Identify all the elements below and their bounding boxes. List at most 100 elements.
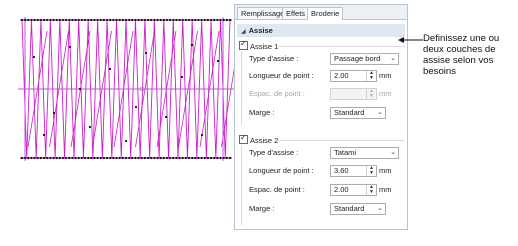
- underlay-2-checkbox[interactable]: [239, 133, 248, 144]
- needle-point: [49, 18, 52, 22]
- needle-point: [74, 18, 77, 22]
- spin-down-icon[interactable]: ▼: [367, 190, 376, 195]
- group-divider: [279, 46, 405, 47]
- callout-text: Definissez une ou deux couches de assise…: [423, 33, 500, 77]
- needle-point: [225, 18, 228, 22]
- chevron-down-icon[interactable]: ⌄: [388, 148, 398, 158]
- underlay-1-margin-value: Standard: [334, 108, 365, 117]
- tab-strip: Remplissage Effets Broderie: [235, 5, 407, 20]
- underlay-2-spacing-value: 2.00: [334, 185, 349, 194]
- needle-point: [216, 156, 219, 160]
- needle-point: [222, 18, 225, 22]
- needle-point: [197, 18, 200, 22]
- needle-point: [219, 156, 222, 160]
- needle-point: [210, 18, 213, 22]
- needle-point: [156, 156, 159, 160]
- spin-down-icon[interactable]: ▼: [367, 76, 376, 81]
- needle-point: [140, 18, 143, 22]
- chevron-down-icon[interactable]: ⌄: [375, 108, 385, 118]
- underlay-1-margin-select[interactable]: Standard ⌄: [330, 107, 386, 119]
- needle-point: [169, 156, 172, 160]
- needle-point: [39, 156, 42, 160]
- triangle-down-icon[interactable]: ◢: [241, 29, 246, 35]
- needle-points-bottom: [20, 156, 232, 160]
- underlay-2-margin-select[interactable]: Standard ⌄: [330, 203, 386, 215]
- needle-point: [147, 18, 150, 22]
- needle-point: [33, 156, 36, 160]
- underlay-2-type-select[interactable]: Tatami ⌄: [330, 147, 399, 159]
- underlay-1-type-select[interactable]: Passage bord ⌄: [330, 53, 399, 65]
- underlay-1-type-label: Type d'assise :: [249, 54, 299, 63]
- needle-point: [52, 111, 56, 115]
- section-header-assise[interactable]: ◢ Assise: [237, 24, 405, 37]
- needle-point: [213, 156, 216, 160]
- needle-point: [55, 18, 58, 22]
- needle-point: [109, 18, 112, 22]
- needle-point: [102, 156, 105, 160]
- needle-point: [118, 156, 121, 160]
- needle-point: [134, 105, 138, 109]
- needle-point: [194, 18, 197, 22]
- needle-point: [131, 18, 134, 22]
- tab-effets[interactable]: Effets: [282, 7, 310, 19]
- needle-point: [27, 156, 30, 160]
- underlay-2-spacing-unit: mm: [379, 185, 392, 194]
- underlay-2-spacing-spinner[interactable]: 2.00 ▲ ▼: [330, 184, 377, 196]
- underlay-1-length-label: Longueur de point :: [249, 71, 314, 80]
- needle-point: [203, 18, 206, 22]
- spin-down-icon[interactable]: ▼: [367, 171, 376, 176]
- tab-remplissage[interactable]: Remplissage: [237, 7, 289, 19]
- underlay-2-length-unit: mm: [379, 166, 392, 175]
- needle-point: [150, 156, 153, 160]
- needle-point: [88, 125, 92, 129]
- needle-point: [27, 18, 30, 22]
- underlay-2-margin-value: Standard: [334, 204, 365, 213]
- needle-point: [203, 156, 206, 160]
- underlay-1-checkbox[interactable]: [239, 39, 248, 50]
- underlay-2-length-label: Longueur de point :: [249, 166, 314, 175]
- underlay-1-checkbox-row[interactable]: Assise 1: [239, 39, 278, 51]
- needle-point: [194, 156, 197, 160]
- needle-point: [90, 18, 93, 22]
- needle-point: [143, 18, 146, 22]
- underlay-1-type-row: Type d'assise : Passage bord ⌄: [239, 52, 405, 66]
- needle-point: [219, 18, 222, 22]
- underlay-2-length-spinner[interactable]: 3.60 ▲ ▼: [330, 165, 377, 177]
- needle-point: [80, 156, 83, 160]
- needle-point: [175, 18, 178, 22]
- needle-point: [172, 156, 175, 160]
- underlay-1-length-row: Longueur de point : 2.00 ▲ ▼ mm: [239, 69, 405, 83]
- spin-down-icon: ▼: [369, 93, 374, 99]
- underlay-1-spacing-row: Espac. de point : ▲ ▼ mm: [239, 87, 405, 101]
- underlay-1-group: Assise 1 Type d'assise : Passage bord ⌄ …: [239, 39, 405, 125]
- chevron-down-icon[interactable]: ⌄: [388, 54, 398, 64]
- needle-point: [118, 18, 121, 22]
- needle-point: [191, 156, 194, 160]
- needle-point: [20, 156, 24, 160]
- underlay-2-length-value: 3.60: [334, 166, 349, 175]
- embroidery-preview[interactable]: [18, 17, 234, 161]
- underlay-2-checkbox-row[interactable]: Assise 2: [239, 133, 278, 145]
- needle-point: [78, 87, 82, 91]
- needle-point: [124, 18, 128, 22]
- needle-point: [77, 18, 80, 22]
- needle-point: [30, 18, 33, 22]
- needle-point: [153, 156, 156, 160]
- needle-point: [65, 18, 68, 22]
- underlay-1-length-value: 2.00: [334, 71, 349, 80]
- underlay-1-margin-label: Marge :: [249, 108, 275, 117]
- chevron-down-icon[interactable]: ⌄: [375, 204, 385, 214]
- needle-point: [159, 156, 162, 160]
- needle-point: [190, 43, 194, 47]
- needle-point: [225, 156, 228, 160]
- needle-point: [33, 18, 36, 22]
- needle-point: [180, 75, 184, 79]
- needle-point: [147, 156, 150, 160]
- underlay-1-length-spinner[interactable]: 2.00 ▲ ▼: [330, 70, 377, 82]
- needle-point: [144, 51, 148, 55]
- tab-broderie[interactable]: Broderie: [307, 7, 344, 20]
- needle-point: [68, 156, 71, 160]
- underlay-1-spacing-label: Espac. de point :: [249, 89, 305, 98]
- needle-point: [30, 156, 33, 160]
- needle-point: [46, 156, 49, 160]
